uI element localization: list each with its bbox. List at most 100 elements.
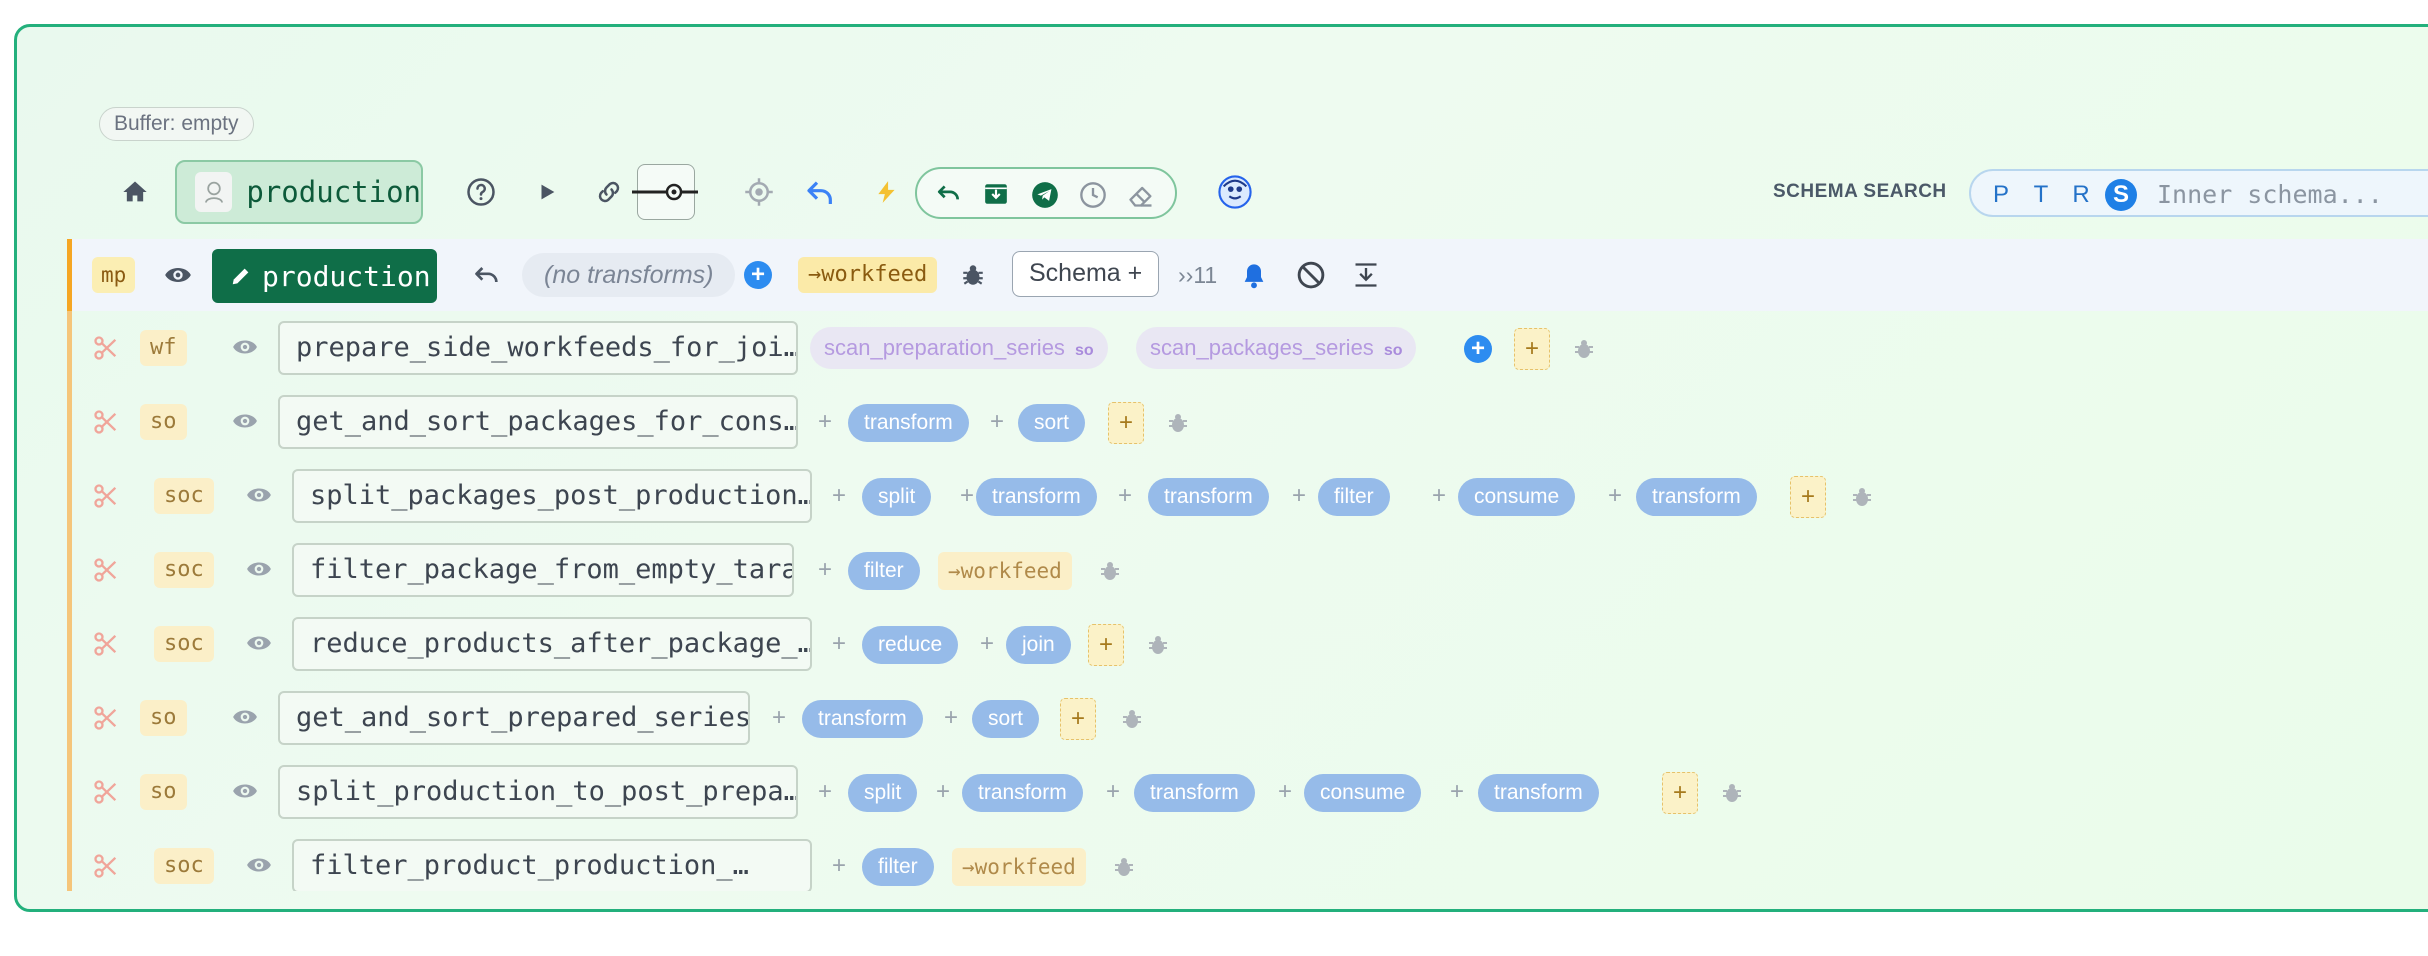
link-icon[interactable] [591, 155, 627, 229]
edit-schema-button[interactable]: production [212, 249, 437, 303]
search-key-r[interactable]: R [2065, 179, 2097, 211]
step-pill[interactable]: transform [976, 478, 1097, 516]
row-name-field[interactable]: prepare_side_workfeeds_for_joi… [278, 321, 798, 375]
schema-search-input[interactable] [2155, 175, 2428, 213]
action-group [915, 167, 1177, 219]
eye-icon[interactable] [230, 704, 260, 735]
search-key-t[interactable]: T [2025, 179, 2057, 211]
block-icon[interactable] [1296, 260, 1326, 295]
add-step-button[interactable]: + [1088, 624, 1124, 666]
bug-icon[interactable] [960, 261, 986, 294]
slider-toggle[interactable] [632, 164, 698, 220]
user-avatar-icon[interactable] [1215, 155, 1255, 229]
workfeed-tag[interactable]: →workfeed [798, 257, 938, 293]
add-series-button[interactable]: + [1464, 335, 1492, 363]
bug-icon[interactable] [1098, 559, 1122, 588]
step-pill[interactable]: filter [862, 848, 934, 886]
eye-icon[interactable] [230, 334, 260, 365]
target-icon[interactable] [741, 155, 777, 229]
series-chip[interactable]: scan_packages_series so [1136, 327, 1417, 369]
bug-icon[interactable] [1120, 707, 1144, 736]
step-pill[interactable]: consume [1458, 478, 1576, 516]
workfeed-tag[interactable]: →workfeed [952, 848, 1086, 886]
scissors-icon[interactable] [92, 334, 120, 367]
row-name-field[interactable]: get_and_sort_prepared_series [278, 691, 750, 745]
add-step-button[interactable]: + [1662, 772, 1698, 814]
archive-icon[interactable] [983, 181, 1009, 212]
scissors-icon[interactable] [92, 630, 120, 663]
home-icon[interactable] [117, 155, 153, 229]
bug-icon[interactable] [1166, 411, 1190, 440]
eye-icon[interactable] [162, 261, 194, 294]
step-pill[interactable]: filter [848, 552, 920, 590]
step-pill[interactable]: sort [1018, 404, 1086, 442]
scissors-icon[interactable] [92, 408, 120, 441]
bug-icon[interactable] [1112, 855, 1136, 884]
step-pill[interactable]: split [848, 774, 918, 812]
step-separator: + [1450, 778, 1465, 805]
eraser-icon[interactable] [1127, 181, 1155, 214]
undo-icon[interactable] [935, 181, 963, 212]
add-step-button[interactable]: + [1060, 698, 1096, 740]
scissors-icon[interactable] [92, 778, 120, 811]
bug-icon[interactable] [1850, 485, 1874, 514]
step-pill[interactable]: transform [962, 774, 1083, 812]
series-chip[interactable]: scan_preparation_series so [810, 327, 1108, 369]
schema-type-tag: mp [92, 257, 136, 293]
step-separator: + [818, 556, 833, 583]
row-name-field[interactable]: get_and_sort_packages_for_cons… [278, 395, 798, 449]
row-kind-tag: soc [154, 552, 214, 588]
step-pill[interactable]: sort [972, 700, 1040, 738]
step-pill[interactable]: split [862, 478, 932, 516]
bug-icon[interactable] [1720, 781, 1744, 810]
add-step-button[interactable]: + [1790, 476, 1826, 518]
step-pill[interactable]: join [1006, 626, 1071, 664]
workfeed-tag[interactable]: →workfeed [938, 552, 1072, 590]
search-key-s[interactable]: S [2105, 179, 2137, 211]
scissors-icon[interactable] [92, 556, 120, 589]
step-separator: + [1106, 778, 1121, 805]
eye-icon[interactable] [244, 852, 274, 883]
row-name-field[interactable]: split_production_to_post_prepa… [278, 765, 798, 819]
row-name-field[interactable]: reduce_products_after_package_… [292, 617, 812, 671]
step-pill[interactable]: consume [1304, 774, 1422, 812]
eye-icon[interactable] [244, 556, 274, 587]
step-pill[interactable]: transform [1478, 774, 1599, 812]
telegram-icon[interactable] [1031, 181, 1059, 214]
row-name-field[interactable]: filter_product_production_… [292, 839, 812, 891]
step-pill[interactable]: filter [1318, 478, 1390, 516]
step-pill[interactable]: transform [848, 404, 969, 442]
scissors-icon[interactable] [92, 482, 120, 515]
step-pill[interactable]: reduce [862, 626, 959, 664]
scissors-icon[interactable] [92, 852, 120, 885]
undo-icon[interactable] [472, 261, 502, 294]
step-pill[interactable]: transform [1148, 478, 1269, 516]
row-name-field[interactable]: split_packages_post_production… [292, 469, 812, 523]
help-icon[interactable] [463, 155, 499, 229]
step-pill[interactable]: transform [1134, 774, 1255, 812]
more-count[interactable]: ››11 [1178, 239, 1217, 311]
collapse-icon[interactable] [1352, 261, 1380, 294]
lightning-icon[interactable] [869, 155, 905, 229]
bug-icon[interactable] [1146, 633, 1170, 662]
eye-icon[interactable] [230, 778, 260, 809]
eye-icon[interactable] [244, 630, 274, 661]
eye-icon[interactable] [244, 482, 274, 513]
step-pill[interactable]: transform [1636, 478, 1757, 516]
step-separator: + [1432, 482, 1447, 509]
schema-add-button[interactable]: Schema + [1012, 251, 1160, 297]
step-pill[interactable]: transform [802, 700, 923, 738]
bug-icon[interactable] [1572, 337, 1596, 366]
add-step-button[interactable]: + [1108, 402, 1144, 444]
search-key-p[interactable]: P [1985, 179, 2017, 211]
project-button[interactable]: production [175, 160, 423, 224]
reply-icon[interactable] [803, 155, 839, 229]
eye-icon[interactable] [230, 408, 260, 439]
add-transform-button[interactable]: + [744, 261, 772, 289]
play-icon[interactable] [529, 155, 565, 229]
clock-icon[interactable] [1079, 181, 1107, 214]
bell-icon[interactable] [1240, 261, 1268, 296]
add-step-button[interactable]: + [1514, 328, 1550, 370]
row-name-field[interactable]: filter_package_from_empty_tara [292, 543, 794, 597]
scissors-icon[interactable] [92, 704, 120, 737]
